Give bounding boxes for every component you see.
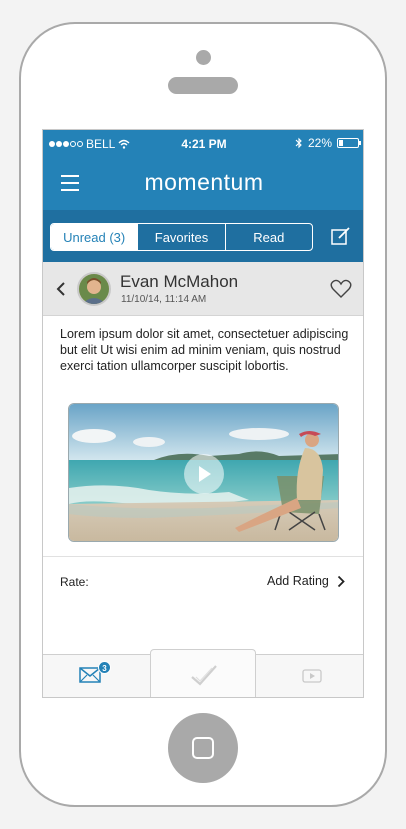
earpiece-speaker xyxy=(168,77,238,94)
sender-name: Evan McMahon xyxy=(120,272,239,291)
app-header: momentum xyxy=(43,156,363,210)
add-rating-link[interactable]: Add Rating xyxy=(267,574,345,588)
tab-unread-3[interactable]: Unread (3) xyxy=(51,224,139,250)
tab-favorites[interactable]: Favorites xyxy=(138,224,226,250)
status-right: 22% xyxy=(295,136,361,150)
app-screen: BELL 4:21 PM 22% momentum Unread (3) Favo… xyxy=(42,129,364,698)
battery-percent: 22% xyxy=(307,136,332,150)
message-date: 11/10/14, 11:14 AM xyxy=(121,294,207,305)
divider xyxy=(43,556,363,557)
back-arrow-icon[interactable] xyxy=(55,281,67,297)
favorite-heart-icon[interactable] xyxy=(330,279,352,299)
message-filter-tabs: Unread (3) Favorites Read xyxy=(50,223,313,251)
tab-read[interactable]: Read xyxy=(226,224,312,250)
rate-label: Rate: xyxy=(60,575,89,589)
check-icon[interactable] xyxy=(190,663,218,687)
message-body: Lorem ipsum dolor sit amet, consectetuer… xyxy=(60,327,349,373)
tab-bar: Unread (3) Favorites Read xyxy=(43,210,363,262)
video-thumbnail[interactable] xyxy=(68,403,339,542)
status-bar: BELL 4:21 PM 22% xyxy=(43,130,363,156)
bottom-nav: 3 xyxy=(43,649,363,697)
front-camera xyxy=(196,50,211,65)
video-icon[interactable] xyxy=(302,669,322,683)
battery-icon xyxy=(337,138,361,148)
avatar xyxy=(77,272,111,306)
app-logo: momentum xyxy=(144,169,264,195)
mail-badge: 3 xyxy=(98,661,111,674)
play-icon xyxy=(199,466,211,482)
chevron-right-icon xyxy=(337,575,345,587)
add-rating-label: Add Rating xyxy=(267,574,329,588)
compose-icon[interactable] xyxy=(331,226,351,246)
home-button-icon xyxy=(192,737,214,759)
home-button[interactable] xyxy=(168,713,238,783)
play-button[interactable] xyxy=(184,454,224,494)
bluetooth-icon xyxy=(295,137,302,149)
message-header: Evan McMahon 11/10/14, 11:14 AM xyxy=(43,262,363,316)
